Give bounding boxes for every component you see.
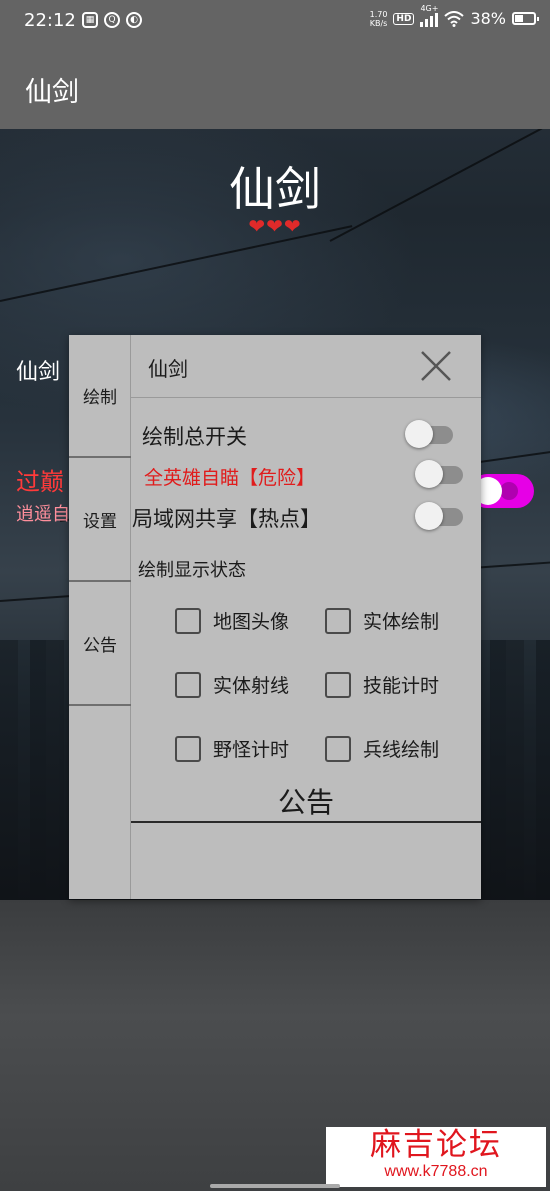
checkbox-box[interactable] — [175, 735, 201, 762]
tab-settings-label: 设置 — [83, 512, 117, 532]
battery-icon — [512, 12, 539, 25]
checkbox-label: 技能计时 — [363, 675, 440, 697]
checkbox-box[interactable] — [325, 607, 351, 634]
hearts-decoration: ❤❤❤ — [248, 214, 302, 238]
app-bar-title: 仙剑 — [25, 77, 79, 108]
hd-icon: HD — [393, 12, 415, 25]
checkbox-label: 野怪计时 — [213, 739, 290, 761]
checkbox-monster-timer[interactable]: 野怪计时 — [175, 735, 289, 762]
lan-share-switch[interactable] — [415, 501, 465, 531]
browser-notification-icon: Q — [104, 12, 120, 28]
status-time: 22:12 — [24, 10, 76, 31]
floating-menu-panel: 绘制 设置 公告 仙剑 绘制总开关 全英雄自瞄【危险】 局域网共享【热点】 绘制… — [69, 335, 481, 899]
app-bar: 仙剑 — [0, 44, 550, 129]
master-draw-switch[interactable] — [405, 419, 455, 449]
master-draw-switch-label: 绘制总开关 — [142, 425, 247, 449]
network-speed: 1.70 KB/s — [370, 10, 388, 28]
wifi-icon — [444, 10, 465, 27]
background-label-red: 过巅 — [16, 468, 64, 496]
watermark-url: www.k7788.cn — [384, 1163, 488, 1180]
checkbox-label: 地图头像 — [213, 611, 290, 633]
gesture-nav-bar[interactable] — [210, 1184, 340, 1188]
hero-title: 仙剑 — [229, 162, 321, 216]
checkbox-skill-timer[interactable]: 技能计时 — [325, 671, 439, 698]
auto-aim-switch-label: 全英雄自瞄【危险】 — [144, 467, 316, 489]
tab-draw[interactable]: 绘制 — [69, 335, 131, 458]
section-label: 绘制显示状态 — [138, 560, 246, 581]
checkbox-entity-ray[interactable]: 实体射线 — [175, 671, 289, 698]
checkbox-box[interactable] — [175, 671, 201, 698]
app-notification-icon: ◐ — [126, 12, 142, 28]
auto-aim-switch[interactable] — [415, 459, 465, 489]
checkbox-box[interactable] — [325, 671, 351, 698]
checkbox-label: 兵线绘制 — [363, 739, 440, 761]
battery-percent: 38% — [470, 9, 506, 28]
notification-icons: ▦ Q ◐ — [82, 12, 142, 28]
title-divider — [131, 397, 481, 398]
forum-watermark: 麻吉论坛 www.k7788.cn — [326, 1127, 546, 1187]
checkbox-map-avatar[interactable]: 地图头像 — [175, 607, 289, 634]
close-icon[interactable] — [419, 349, 453, 383]
lan-share-switch-label: 局域网共享【热点】 — [132, 507, 321, 531]
network-type: 4G+ — [420, 3, 439, 13]
side-tab-bar: 绘制 设置 公告 — [69, 335, 131, 899]
watermark-title: 麻吉论坛 — [370, 1127, 502, 1163]
tab-notice-label: 公告 — [83, 636, 117, 656]
notice-heading: 公告 — [277, 786, 334, 819]
cell-signal-icon: 4G+ — [420, 4, 439, 27]
network-speed-value: 1.70 — [369, 9, 388, 19]
status-bar: 22:12 ▦ Q ◐ 1.70 KB/s HD 4G+ 38% — [0, 0, 550, 44]
checkbox-entity-draw[interactable]: 实体绘制 — [325, 607, 439, 634]
network-speed-unit: KB/s — [369, 18, 388, 28]
system-indicators: 1.70 KB/s HD 4G+ 38% — [370, 4, 539, 28]
gallery-notification-icon: ▦ — [82, 12, 98, 28]
checkbox-box[interactable] — [325, 735, 351, 762]
notice-divider — [131, 821, 481, 823]
panel-title: 仙剑 — [148, 357, 188, 381]
tab-draw-label: 绘制 — [83, 388, 117, 408]
checkbox-minion-draw[interactable]: 兵线绘制 — [325, 735, 439, 762]
background-label-pink: 逍遥自 — [16, 504, 70, 525]
checkbox-label: 实体射线 — [213, 675, 290, 697]
tab-notice[interactable]: 公告 — [69, 583, 131, 706]
checkbox-label: 实体绘制 — [363, 611, 440, 633]
tab-settings[interactable]: 设置 — [69, 459, 131, 582]
checkbox-box[interactable] — [175, 607, 201, 634]
background-label: 仙剑 — [16, 360, 61, 385]
